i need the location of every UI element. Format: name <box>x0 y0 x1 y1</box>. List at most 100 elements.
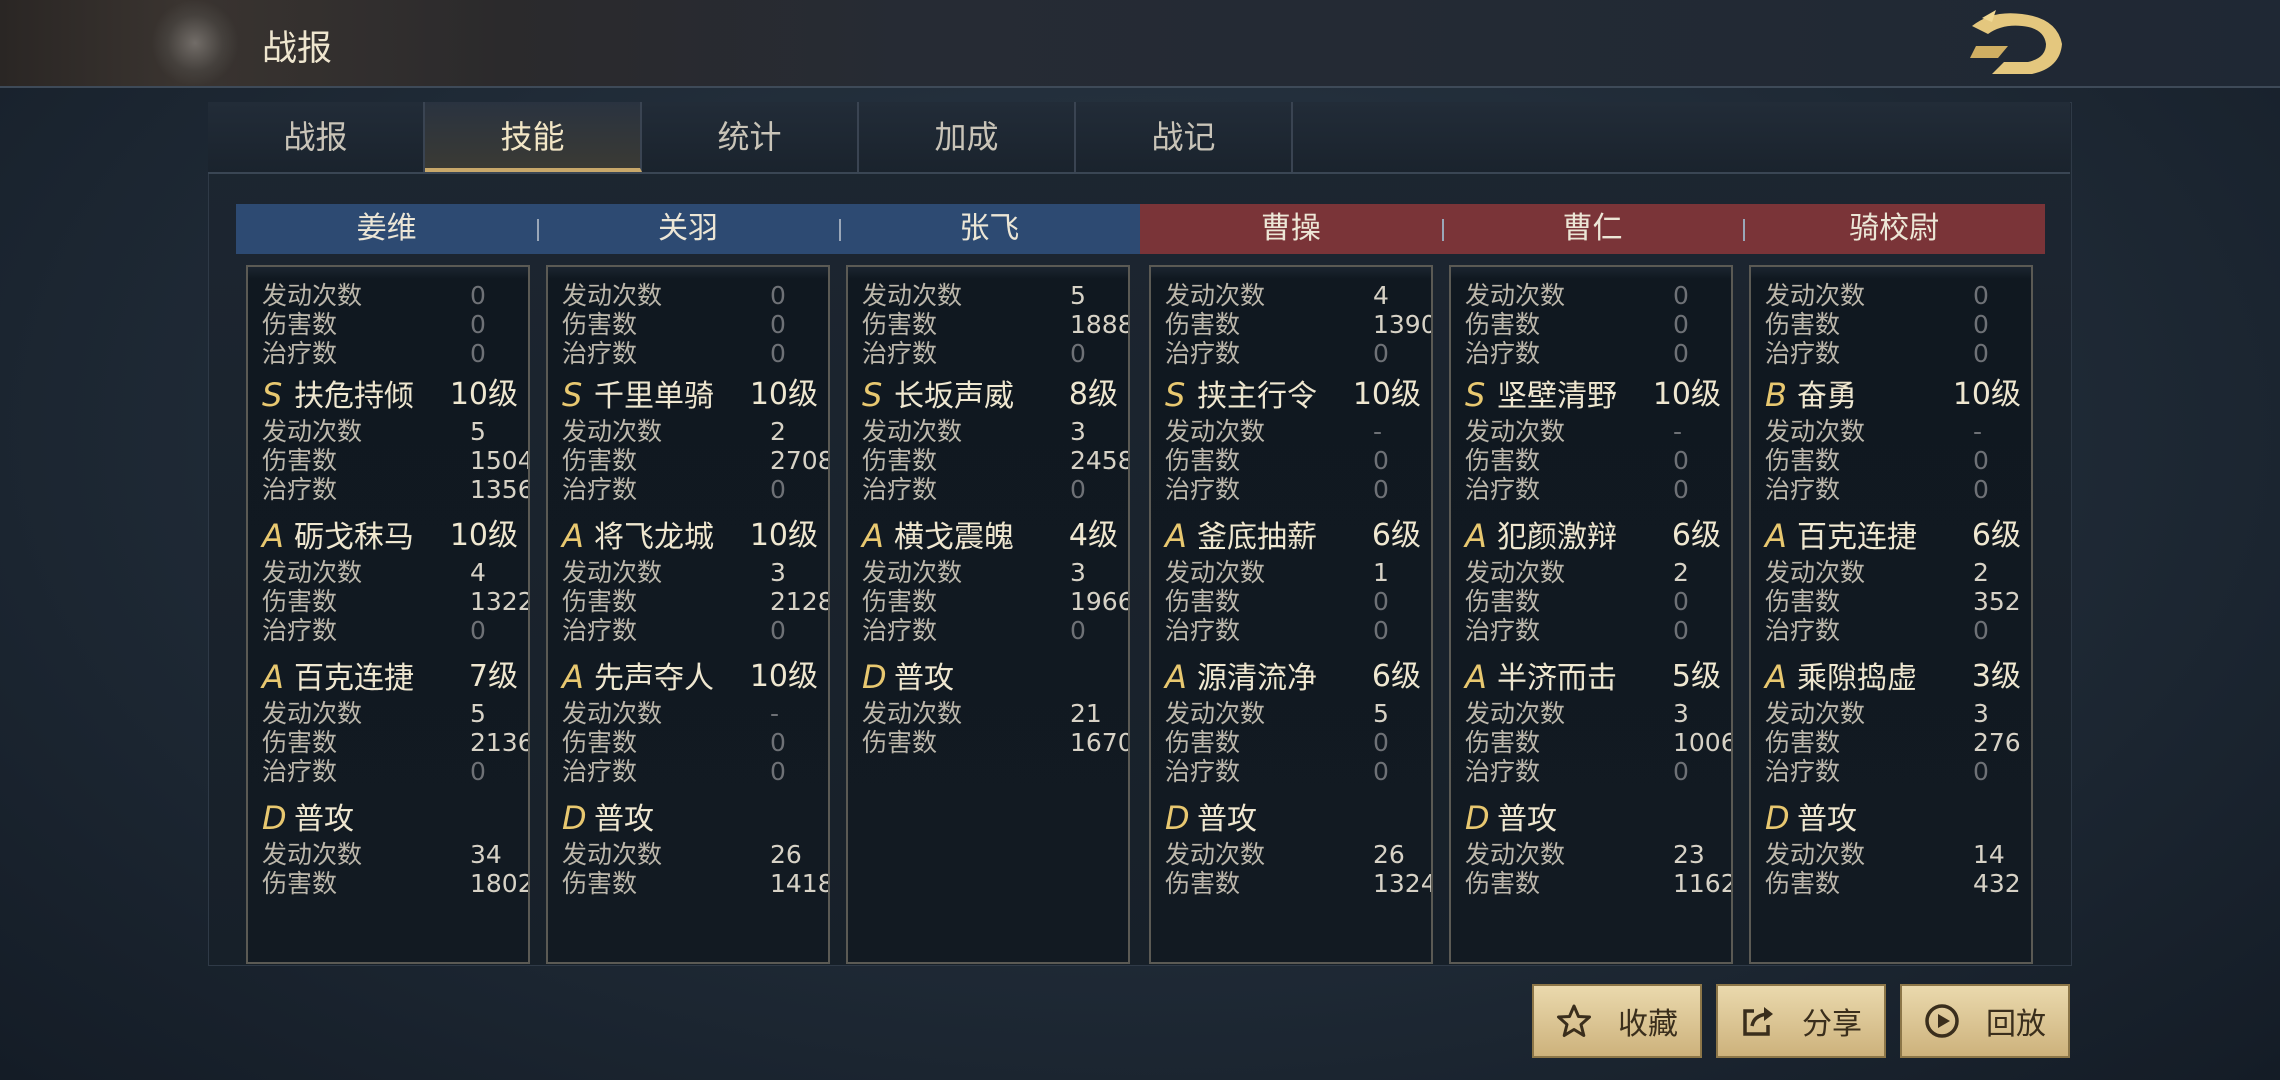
skill-level: 4级 <box>1068 518 1118 553</box>
skill-block[interactable]: S 扶危持倾 10级 发动次数 5 伤害数 1504 治疗数 1356 <box>262 373 528 504</box>
stat-value: 1 <box>1373 558 1389 587</box>
skill-block[interactable]: S 坚壁清野 10级 发动次数 - 伤害数 0 治疗数 0 <box>1465 373 1721 504</box>
skill-column[interactable]: 发动次数 5 伤害数 1888 治疗数 0 S 长坂声威 8级 发动次数 3 伤害数 2458 治疗数 0 A… <box>846 265 1130 964</box>
stat-value: 5 <box>1373 699 1389 728</box>
skill-block-partial: 发动次数 0 伤害数 0 治疗数 0 <box>562 281 818 368</box>
skill-block[interactable]: A 釜底抽薪 6级 发动次数 1 伤害数 0 治疗数 0 <box>1165 514 1421 645</box>
tab-chronicle[interactable]: 战记 <box>1076 102 1293 172</box>
skill-title: A 砺戈秣马 10级 <box>262 514 518 558</box>
stat-label: 治疗数 <box>262 339 338 368</box>
skill-block[interactable]: A 先声夺人 10级 发动次数 - 伤害数 0 治疗数 0 <box>562 655 818 786</box>
scrolled-edge <box>1151 267 1431 279</box>
skill-block[interactable]: A 砺戈秣马 10级 发动次数 4 伤害数 1322 治疗数 0 <box>262 514 528 645</box>
stat-row: 伤害数 352 <box>1765 587 2021 616</box>
skill-block[interactable]: A 将飞龙城 10级 发动次数 3 伤害数 2128 治疗数 0 <box>562 514 828 645</box>
stat-label: 伤害数 <box>262 446 338 475</box>
stat-label: 发动次数 <box>1765 558 1866 587</box>
favorite-label: 收藏 <box>1618 1007 1678 1042</box>
favorite-button[interactable]: 收藏 <box>1532 984 1702 1058</box>
stat-value: 0 <box>1673 339 1689 368</box>
skill-grade: B <box>1765 376 1787 414</box>
stat-row: 伤害数 1322 <box>262 587 528 616</box>
skill-grade: D <box>1165 799 1190 837</box>
general-name: 张飞 <box>838 204 1140 254</box>
stat-value: 0 <box>470 339 486 368</box>
stat-label: 治疗数 <box>1765 475 1841 504</box>
skill-block[interactable]: D 普攻 发动次数 26 伤害数 1418 <box>562 796 828 898</box>
stat-row: 发动次数 4 <box>262 558 518 587</box>
skill-block[interactable]: A 横戈震魄 4级 发动次数 3 伤害数 1966 治疗数 0 <box>862 514 1128 645</box>
replay-label: 回放 <box>1986 1007 2046 1042</box>
stat-label: 伤害数 <box>1465 869 1541 898</box>
skill-column[interactable]: 发动次数 0 伤害数 0 治疗数 0 B 奋勇 10级 发动次数 - 伤害数 0 治疗数 0 A 百克连捷 6级发… <box>1749 265 2033 964</box>
tab-bonus[interactable]: 加成 <box>859 102 1076 172</box>
stat-label: 发动次数 <box>1165 840 1266 869</box>
skill-name: 犯颜激辩 <box>1497 520 1617 555</box>
stat-value: 2128 <box>770 587 830 616</box>
stat-row: 伤害数 2708 <box>562 446 828 475</box>
share-button[interactable]: 分享 <box>1716 984 1886 1058</box>
stat-label: 发动次数 <box>1765 417 1866 446</box>
stat-row: 伤害数 0 <box>1465 446 1721 475</box>
skill-block[interactable]: B 奋勇 10级 发动次数 - 伤害数 0 治疗数 0 <box>1765 373 2021 504</box>
skill-title: A 百克连捷 7级 <box>262 655 518 699</box>
skill-column[interactable]: 发动次数 0 伤害数 0 治疗数 0 S 扶危持倾 10级 发动次数 5 伤害数 1504 治疗数 1356… <box>246 265 530 964</box>
skill-title: A 百克连捷 6级 <box>1765 514 2021 558</box>
skill-block[interactable]: A 源清流净 6级 发动次数 5 伤害数 0 治疗数 0 <box>1165 655 1421 786</box>
skill-block[interactable]: D 普攻 发动次数 26 伤害数 1324 <box>1165 796 1431 898</box>
stat-label: 发动次数 <box>862 558 963 587</box>
skill-block[interactable]: D 普攻 发动次数 34 伤害数 1802 <box>262 796 528 898</box>
skill-column[interactable]: 发动次数 0 伤害数 0 治疗数 0 S 坚壁清野 10级 发动次数 - 伤害数 0 治疗数 0 A 犯颜激辩 6… <box>1449 265 1733 964</box>
skill-grade: S <box>562 376 583 414</box>
skill-block[interactable]: S 千里单骑 10级 发动次数 2 伤害数 2708 治疗数 0 <box>562 373 828 504</box>
stat-row: 伤害数 1504 <box>262 446 528 475</box>
stat-value: 1356 <box>470 475 530 504</box>
stat-value: 2708 <box>770 446 830 475</box>
skill-block[interactable]: D 普攻 发动次数 14 伤害数 432 <box>1765 796 2021 898</box>
skill-grade: A <box>1765 517 1787 555</box>
skill-block-partial: 发动次数 4 伤害数 1390 治疗数 0 <box>1165 281 1431 368</box>
stat-row: 伤害数 1418 <box>562 869 828 898</box>
skill-title: D 普攻 <box>862 655 1118 699</box>
general-name: 曹仁 <box>1441 204 1744 254</box>
skill-block[interactable]: S 挟主行令 10级 发动次数 - 伤害数 0 治疗数 0 <box>1165 373 1421 504</box>
skill-block[interactable]: A 半济而击 5级 发动次数 3 伤害数 1006 治疗数 0 <box>1465 655 1731 786</box>
skill-block[interactable]: A 乘隙捣虚 3级 发动次数 3 伤害数 276 治疗数 0 <box>1765 655 2021 786</box>
skill-block[interactable]: D 普攻 发动次数 21 伤害数 1670 <box>862 655 1128 757</box>
stat-row: 发动次数 2 <box>1465 558 1721 587</box>
stat-row: 发动次数 0 <box>1465 281 1721 310</box>
stat-value: 2 <box>1973 558 1989 587</box>
stat-label: 发动次数 <box>862 281 963 310</box>
dragon-logo-icon[interactable] <box>1962 6 2072 80</box>
stat-label: 伤害数 <box>1765 869 1841 898</box>
stat-value: 1418 <box>770 869 830 898</box>
skill-block-partial: 发动次数 0 伤害数 0 治疗数 0 <box>1465 281 1721 368</box>
tab-report[interactable]: 战报 <box>208 102 425 172</box>
friendly-team-header: 姜维 关羽 张飞 <box>236 204 1140 254</box>
skill-column[interactable]: 发动次数 4 伤害数 1390 治疗数 0 S 挟主行令 10级 发动次数 - 伤害数 0 治疗数 0 A 釜底… <box>1149 265 1433 964</box>
stat-value: 0 <box>770 728 786 757</box>
stat-row: 治疗数 0 <box>862 475 1118 504</box>
stat-value: 3 <box>1973 699 1989 728</box>
stat-value: 0 <box>1373 475 1389 504</box>
stat-label: 伤害数 <box>1765 728 1841 757</box>
tab-stats[interactable]: 统计 <box>642 102 859 172</box>
tab-skills[interactable]: 技能 <box>425 102 642 172</box>
skill-name: 百克连捷 <box>1797 520 1917 555</box>
skill-block[interactable]: A 百克连捷 7级 发动次数 5 伤害数 2136 治疗数 0 <box>262 655 528 786</box>
skill-column[interactable]: 发动次数 0 伤害数 0 治疗数 0 S 千里单骑 10级 发动次数 2 伤害数 2708 治疗数 0 A 将飞… <box>546 265 830 964</box>
stat-value: 0 <box>1373 446 1389 475</box>
stat-row: 发动次数 23 <box>1465 840 1721 869</box>
skill-block[interactable]: A 犯颜激辩 6级 发动次数 2 伤害数 0 治疗数 0 <box>1465 514 1721 645</box>
skill-block[interactable]: S 长坂声威 8级 发动次数 3 伤害数 2458 治疗数 0 <box>862 373 1128 504</box>
stat-value: 3 <box>1070 417 1086 446</box>
stat-row: 发动次数 - <box>1765 417 2021 446</box>
skill-block[interactable]: A 百克连捷 6级 发动次数 2 伤害数 352 治疗数 0 <box>1765 514 2021 645</box>
skill-grade: S <box>1465 376 1486 414</box>
stat-label: 发动次数 <box>862 417 963 446</box>
stat-row: 治疗数 0 <box>562 339 818 368</box>
skill-grade: S <box>862 376 883 414</box>
skill-block[interactable]: D 普攻 发动次数 23 伤害数 1162 <box>1465 796 1731 898</box>
replay-button[interactable]: 回放 <box>1900 984 2070 1058</box>
stat-row: 治疗数 0 <box>262 339 518 368</box>
